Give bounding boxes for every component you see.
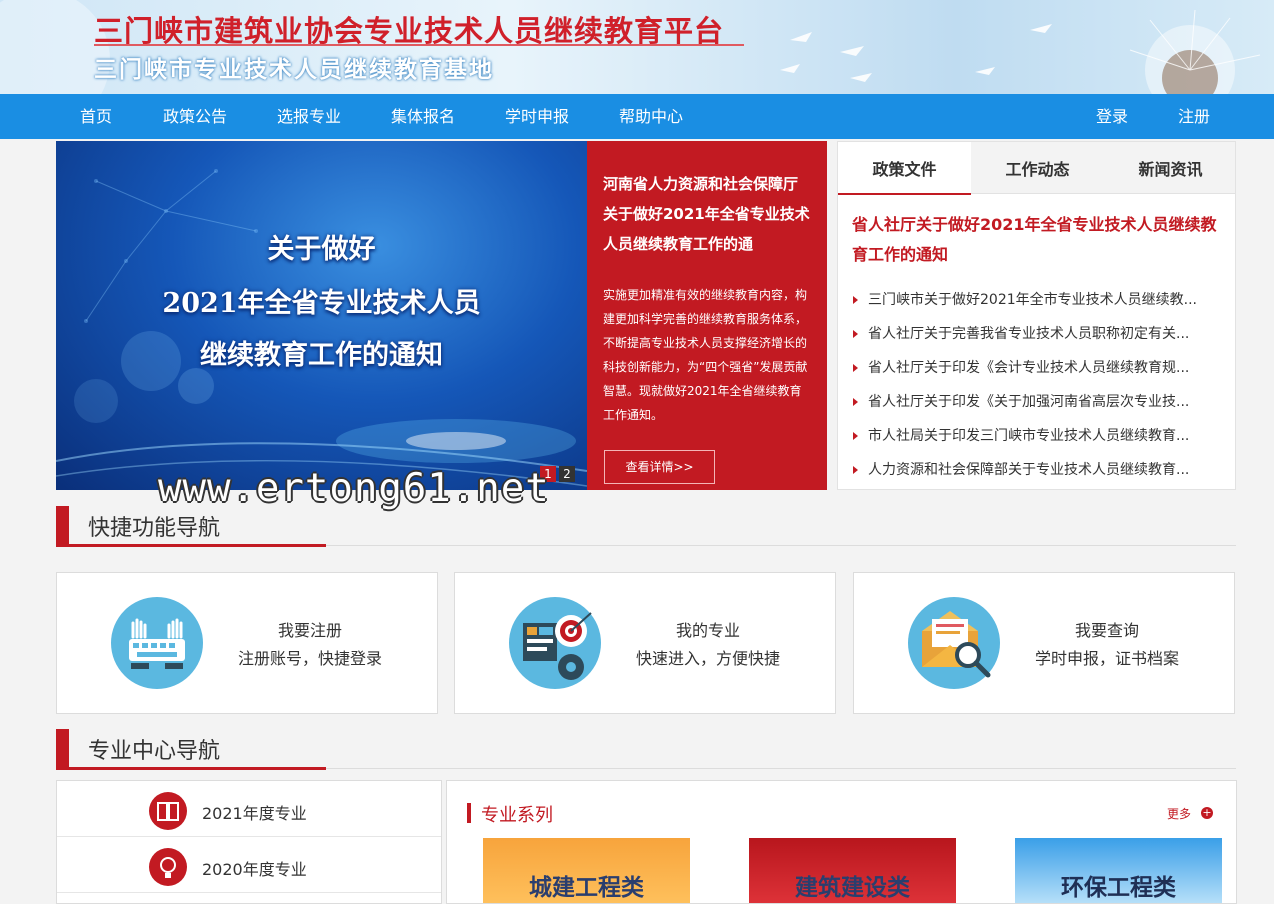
slide-info-panel: 河南省人力资源和社会保障厅 关于做好2021年全省专业技术人员继续教育工作的通 … [587,141,827,490]
tile-building-construction[interactable]: 建筑建设类 [749,838,956,903]
envelope-search-icon [908,597,1000,689]
title-divider [94,44,744,46]
nav-login[interactable]: 登录 [1096,94,1128,139]
tile-urban-engineering[interactable]: 城建工程类 [483,838,690,903]
slider-dot-2[interactable]: 2 [559,466,575,482]
card-label: 我要查询 [1074,621,1139,640]
card-my-major[interactable]: 我的专业 快速进入，方便快捷 [454,572,836,714]
center-nav-heading: 专业中心导航 [56,729,1236,770]
card-label: 我的专业 [675,621,740,640]
quick-nav-title: 快捷功能导航 [88,516,221,541]
list-item-label: 2020年度专业 [202,860,307,879]
plus-circle-icon[interactable]: + [1201,807,1213,819]
target-gear-icon [509,597,601,689]
news-item[interactable]: 省人社厅关于印发《会计专业技术人员继续教育规... [852,351,1227,385]
nav-help[interactable]: 帮助中心 [619,94,683,139]
news-panel: 政策文件 工作动态 新闻资讯 省人社厅关于做好2021年全省专业技术人员继续教育… [837,141,1236,490]
nav-select-major[interactable]: 选报专业 [277,94,341,139]
heading-underline [56,544,326,547]
tab-news[interactable]: 新闻资讯 [1104,142,1237,194]
slider-caption-line1: 关于做好 [267,234,376,265]
card-register[interactable]: 我要注册 注册账号，快捷登录 [56,572,438,714]
nav-register[interactable]: 注册 [1178,94,1210,139]
major-series-panel: 专业系列 更多 + 城建工程类 建筑建设类 环保工程类 [446,780,1237,904]
nav-home[interactable]: 首页 [80,94,112,139]
quick-nav-heading: 快捷功能导航 [56,506,1236,547]
news-tabs: 政策文件 工作动态 新闻资讯 [838,142,1237,195]
tile-label: 建筑建设类 [795,875,910,901]
tile-environmental-engineering[interactable]: 环保工程类 [1015,838,1222,903]
heading-accent-bar [56,729,69,769]
card-query[interactable]: 我要查询 学时申报，证书档案 [853,572,1235,714]
news-headline[interactable]: 省人社厅关于做好2021年全省专业技术人员继续教育工作的通知 [852,210,1222,270]
list-item-2021[interactable]: 2021年度专业 [57,781,441,837]
card-sub: 学时申报，证书档案 [1034,649,1179,668]
series-accent-bar [467,803,471,823]
nav-hours-report[interactable]: 学时申报 [505,94,569,139]
year-major-list: 2021年度专业 2020年度专业 [56,780,442,904]
news-item[interactable]: 市人社局关于印发三门峡市专业技术人员继续教育... [852,419,1227,453]
list-item-label: 2021年度专业 [202,804,307,823]
watermark-text: www.ertong61.net [158,466,550,511]
news-item[interactable]: 省人社厅关于印发《关于加强河南省高层次专业技... [852,385,1227,419]
more-link[interactable]: 更多 [1167,805,1191,822]
slider-caption-line2: 2021年全省专业技术人员 [162,288,481,319]
header-banner: 三门峡市建筑业协会专业技术人员继续教育平台 三门峡市专业技术人员继续教育基地 [0,0,1274,94]
card-sub: 注册账号，快捷登录 [237,649,382,668]
site-subtitle: 三门峡市专业技术人员继续教育基地 [94,56,494,83]
slide-title[interactable]: 河南省人力资源和社会保障厅 关于做好2021年全省专业技术人员继续教育工作的通 [603,169,815,259]
slider-caption-line3: 继续教育工作的通知 [200,340,443,371]
heading-underline [56,767,326,770]
view-details-button[interactable]: 查看详情>> [604,450,715,484]
banner-slider[interactable]: 关于做好 2021年全省专业技术人员 继续教育工作的通知 1 2 [56,141,587,490]
card-sub: 快速进入，方便快捷 [635,649,780,668]
list-item-2020[interactable]: 2020年度专业 [57,837,441,893]
card-label: 我要注册 [277,621,342,640]
news-item[interactable]: 人力资源和社会保障部关于专业技术人员继续教育... [852,453,1227,487]
tile-label: 环保工程类 [1061,875,1176,901]
series-title: 专业系列 [481,805,553,826]
news-item[interactable]: 三门峡市关于做好2021年全市专业技术人员继续教... [852,283,1227,317]
center-nav-title: 专业中心导航 [88,739,221,764]
nav-group-register[interactable]: 集体报名 [391,94,455,139]
heading-accent-bar [56,506,69,546]
tab-policy-docs[interactable]: 政策文件 [838,142,971,195]
lightbulb-icon [149,848,187,886]
news-item[interactable]: 省人社厅关于完善我省专业技术人员职称初定有关... [852,317,1227,351]
main-nav: 首页 政策公告 选报专业 集体报名 学时申报 帮助中心 登录 注册 [0,94,1274,139]
book-icon [149,792,187,830]
tile-label: 城建工程类 [529,875,644,901]
nav-policy[interactable]: 政策公告 [163,94,227,139]
news-list: 三门峡市关于做好2021年全市专业技术人员继续教... 省人社厅关于完善我省专业… [852,283,1227,487]
slide-description: 实施更加精准有效的继续教育内容，构建更加科学完善的继续教育服务体系，不断提高专业… [603,288,808,422]
keyboard-icon [111,597,203,689]
tab-work-updates[interactable]: 工作动态 [971,142,1104,194]
